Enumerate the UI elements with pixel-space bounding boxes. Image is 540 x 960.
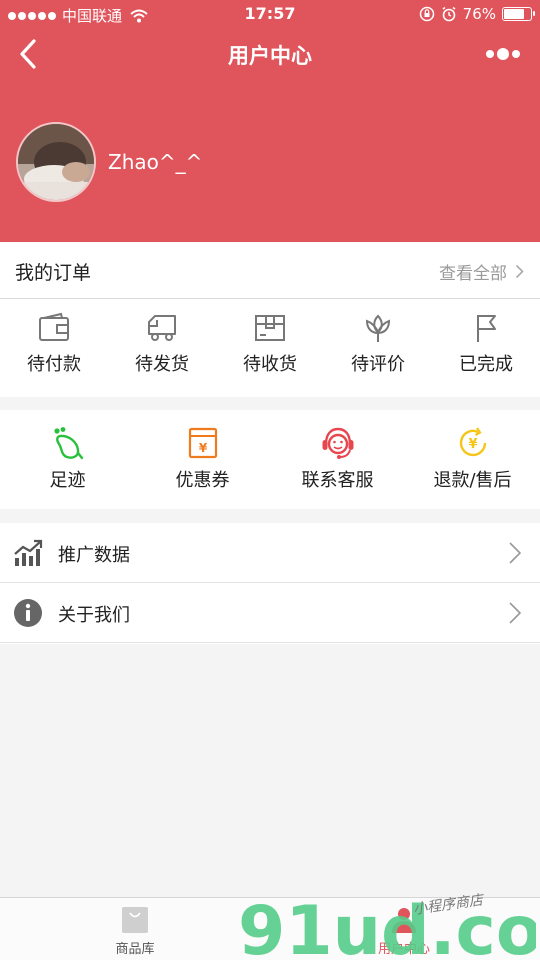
truck-icon — [148, 315, 176, 341]
order-status-pending-payment[interactable]: 待付款 — [0, 312, 108, 376]
profile-header: 用户中心 Zhao^_^ — [0, 0, 540, 242]
chevron-right-icon — [509, 602, 522, 624]
footprint-icon — [53, 427, 83, 460]
order-status-label: 待收货 — [243, 354, 297, 375]
bag-icon — [122, 907, 148, 933]
status-bar: 中国联通 17:57 76% — [0, 0, 540, 28]
orders-title: 我的订单 — [15, 262, 92, 284]
flower-icon — [365, 314, 391, 342]
menu-item-promotion-data[interactable]: 推广数据 — [0, 523, 540, 583]
service-customer-support[interactable]: 联系客服 — [270, 426, 405, 492]
tab-product-library[interactable]: 商品库 — [75, 906, 195, 957]
orders-section: 我的订单 查看全部 待付款 待发货 待收货 待评价 已完成 — [0, 242, 540, 397]
service-footprint[interactable]: 足迹 — [0, 426, 135, 492]
order-status-pending-review[interactable]: 待评价 — [324, 312, 432, 376]
menu-item-label: 关于我们 — [58, 605, 130, 626]
more-icon[interactable] — [484, 44, 522, 64]
menu-item-label: 推广数据 — [58, 545, 130, 566]
battery-icon — [502, 7, 535, 21]
order-status-label: 待付款 — [27, 354, 81, 375]
info-icon — [14, 599, 42, 627]
service-label: 退款/售后 — [433, 470, 512, 491]
svg-text:¥: ¥ — [198, 441, 207, 455]
menu-item-about-us[interactable]: 关于我们 — [0, 583, 540, 643]
refund-icon: ¥ — [459, 427, 486, 457]
order-status-label: 待评价 — [351, 354, 405, 375]
svg-text:¥: ¥ — [468, 437, 477, 452]
view-all-orders-link[interactable]: 查看全部 — [439, 259, 524, 284]
alarm-icon — [442, 6, 456, 22]
service-refund[interactable]: ¥ 退款/售后 — [405, 426, 540, 492]
menu-list: 推广数据 关于我们 — [0, 523, 540, 644]
page-title: 用户中心 — [228, 44, 312, 68]
package-icon — [255, 315, 285, 341]
tab-user-center[interactable]: 用户中心 — [344, 906, 464, 957]
service-label: 联系客服 — [301, 470, 374, 491]
avatar[interactable] — [16, 122, 96, 202]
view-all-label: 查看全部 — [439, 264, 507, 284]
service-label: 足迹 — [49, 470, 86, 491]
rotation-lock-icon — [419, 6, 434, 22]
order-status-label: 待发货 — [135, 354, 189, 375]
user-icon — [392, 908, 416, 933]
battery-percent: 76% — [462, 5, 496, 23]
services-grid: 足迹 ¥ 优惠券 联系客服 ¥ 退款/售后 — [0, 426, 540, 492]
order-status-label: 已完成 — [459, 354, 513, 375]
tab-label: 商品库 — [115, 942, 155, 957]
service-coupon[interactable]: ¥ 优惠券 — [135, 426, 270, 492]
orders-header: 我的订单 查看全部 — [0, 242, 540, 299]
username: Zhao^_^ — [108, 150, 203, 174]
chevron-right-icon — [509, 542, 522, 564]
order-status-pending-shipment[interactable]: 待发货 — [108, 312, 216, 376]
services-section: 足迹 ¥ 优惠券 联系客服 ¥ 退款/售后 — [0, 410, 540, 509]
order-status-grid: 待付款 待发货 待收货 待评价 已完成 — [0, 312, 540, 376]
tab-bar: 商品库 用户中心 — [0, 897, 540, 960]
flag-icon — [477, 315, 496, 342]
tab-label: 用户中心 — [377, 942, 430, 957]
chart-icon — [14, 539, 43, 566]
order-status-pending-receipt[interactable]: 待收货 — [216, 312, 324, 376]
coupon-icon: ¥ — [188, 427, 217, 459]
chevron-right-icon — [515, 264, 524, 279]
headset-icon — [322, 427, 353, 459]
order-status-completed[interactable]: 已完成 — [432, 312, 540, 376]
wallet-icon — [39, 312, 69, 341]
service-label: 优惠券 — [175, 470, 230, 491]
